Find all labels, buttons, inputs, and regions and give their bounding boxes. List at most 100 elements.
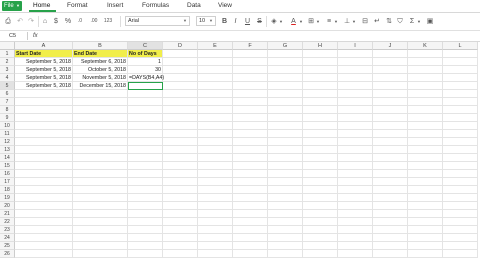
- chevron-down-icon[interactable]: ▼: [279, 17, 283, 26]
- cell-l21[interactable]: [443, 210, 478, 218]
- undo-icon[interactable]: ↶: [16, 17, 24, 26]
- cell-b13[interactable]: [73, 146, 128, 154]
- cell-k5[interactable]: [408, 82, 443, 90]
- row-header-13[interactable]: 13: [0, 146, 15, 154]
- file-menu-button[interactable]: File ▼: [2, 1, 22, 11]
- cell-l10[interactable]: [443, 122, 478, 130]
- cell-e16[interactable]: [198, 170, 233, 178]
- cell-l15[interactable]: [443, 162, 478, 170]
- cell-k25[interactable]: [408, 242, 443, 250]
- cell-g12[interactable]: [268, 138, 303, 146]
- cell-h24[interactable]: [303, 234, 338, 242]
- cell-j8[interactable]: [373, 106, 408, 114]
- cell-f11[interactable]: [233, 130, 268, 138]
- cell-k10[interactable]: [408, 122, 443, 130]
- cell-l11[interactable]: [443, 130, 478, 138]
- cell-c15[interactable]: [128, 162, 163, 170]
- cell-h2[interactable]: [303, 58, 338, 66]
- cell-f23[interactable]: [233, 226, 268, 234]
- cell-d23[interactable]: [163, 226, 198, 234]
- select-all-corner[interactable]: [0, 42, 15, 50]
- cell-l4[interactable]: [443, 74, 478, 82]
- row-header-8[interactable]: 8: [0, 106, 15, 114]
- cell-b1[interactable]: End Date: [73, 50, 128, 58]
- number-format-icon[interactable]: 123: [103, 17, 113, 26]
- cell-k14[interactable]: [408, 154, 443, 162]
- cell-k1[interactable]: [408, 50, 443, 58]
- cell-h12[interactable]: [303, 138, 338, 146]
- cell-e20[interactable]: [198, 202, 233, 210]
- cell-k4[interactable]: [408, 74, 443, 82]
- cell-c8[interactable]: [128, 106, 163, 114]
- borders-icon[interactable]: ⊞: [307, 17, 315, 26]
- cell-c9[interactable]: [128, 114, 163, 122]
- cell-i5[interactable]: [338, 82, 373, 90]
- cell-b16[interactable]: [73, 170, 128, 178]
- cell-g2[interactable]: [268, 58, 303, 66]
- tab-insert[interactable]: Insert: [107, 0, 123, 12]
- cell-c2[interactable]: 1: [128, 58, 163, 66]
- cell-i22[interactable]: [338, 218, 373, 226]
- cell-d12[interactable]: [163, 138, 198, 146]
- column-header-d[interactable]: D: [163, 42, 198, 50]
- column-header-j[interactable]: J: [373, 42, 408, 50]
- cell-l24[interactable]: [443, 234, 478, 242]
- merge-cells-icon[interactable]: ⊟: [361, 17, 369, 26]
- cell-c1[interactable]: No of Days: [128, 50, 163, 58]
- cell-d11[interactable]: [163, 130, 198, 138]
- cell-k21[interactable]: [408, 210, 443, 218]
- cell-a20[interactable]: [15, 202, 73, 210]
- cell-c22[interactable]: [128, 218, 163, 226]
- font-color-button[interactable]: A: [290, 17, 297, 26]
- row-header-6[interactable]: 6: [0, 90, 15, 98]
- cell-l25[interactable]: [443, 242, 478, 250]
- cell-b22[interactable]: [73, 218, 128, 226]
- cell-e23[interactable]: [198, 226, 233, 234]
- cell-j26[interactable]: [373, 250, 408, 258]
- cell-g1[interactable]: [268, 50, 303, 58]
- cell-a18[interactable]: [15, 186, 73, 194]
- cell-h7[interactable]: [303, 98, 338, 106]
- cell-h14[interactable]: [303, 154, 338, 162]
- cell-f22[interactable]: [233, 218, 268, 226]
- cell-h16[interactable]: [303, 170, 338, 178]
- cell-b18[interactable]: [73, 186, 128, 194]
- row-header-3[interactable]: 3: [0, 66, 15, 74]
- cell-k22[interactable]: [408, 218, 443, 226]
- cell-g19[interactable]: [268, 194, 303, 202]
- cell-c3[interactable]: 30: [128, 66, 163, 74]
- cell-c26[interactable]: [128, 250, 163, 258]
- cell-k9[interactable]: [408, 114, 443, 122]
- cell-e1[interactable]: [198, 50, 233, 58]
- cell-d18[interactable]: [163, 186, 198, 194]
- cell-h3[interactable]: [303, 66, 338, 74]
- cell-k19[interactable]: [408, 194, 443, 202]
- cell-f7[interactable]: [233, 98, 268, 106]
- percent-icon[interactable]: %: [64, 17, 72, 26]
- cell-d5[interactable]: [163, 82, 198, 90]
- cell-c7[interactable]: [128, 98, 163, 106]
- cell-g15[interactable]: [268, 162, 303, 170]
- cell-l23[interactable]: [443, 226, 478, 234]
- cell-e6[interactable]: [198, 90, 233, 98]
- cell-c14[interactable]: [128, 154, 163, 162]
- cell-l18[interactable]: [443, 186, 478, 194]
- cell-d9[interactable]: [163, 114, 198, 122]
- cell-c24[interactable]: [128, 234, 163, 242]
- row-header-16[interactable]: 16: [0, 170, 15, 178]
- cell-b7[interactable]: [73, 98, 128, 106]
- cell-i6[interactable]: [338, 90, 373, 98]
- cell-g21[interactable]: [268, 210, 303, 218]
- cell-h22[interactable]: [303, 218, 338, 226]
- cell-a12[interactable]: [15, 138, 73, 146]
- chevron-down-icon[interactable]: ▼: [352, 17, 356, 26]
- cell-b20[interactable]: [73, 202, 128, 210]
- cell-c13[interactable]: [128, 146, 163, 154]
- cell-l12[interactable]: [443, 138, 478, 146]
- cell-h26[interactable]: [303, 250, 338, 258]
- cell-a10[interactable]: [15, 122, 73, 130]
- cell-k2[interactable]: [408, 58, 443, 66]
- cell-g3[interactable]: [268, 66, 303, 74]
- cell-b24[interactable]: [73, 234, 128, 242]
- cell-j24[interactable]: [373, 234, 408, 242]
